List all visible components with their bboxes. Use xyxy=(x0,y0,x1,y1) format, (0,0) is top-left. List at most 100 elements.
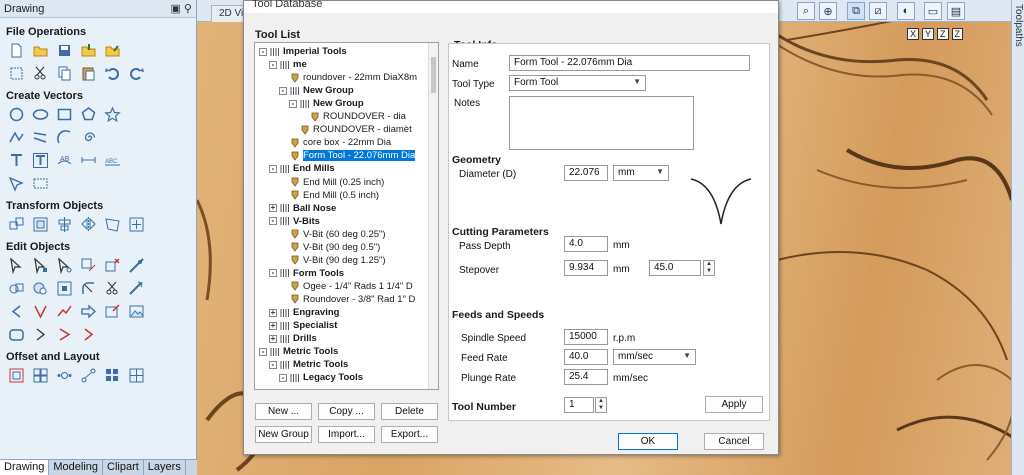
open-file-icon[interactable] xyxy=(32,42,49,59)
import-button[interactable]: Import... xyxy=(318,426,375,443)
tree-tool-node[interactable]: End Mill (0.5 inch) xyxy=(279,189,379,202)
cancel-button[interactable]: Cancel xyxy=(704,433,764,450)
dimension-icon[interactable] xyxy=(80,152,97,169)
tree-tool-node[interactable]: V-Bit (60 deg 0.25") xyxy=(279,228,386,241)
text-on-curve-icon[interactable]: AB xyxy=(56,152,73,169)
join-icon[interactable] xyxy=(8,326,25,343)
measure-icon[interactable]: ⧄ xyxy=(869,2,887,20)
collapse-icon[interactable]: - xyxy=(269,269,277,278)
stepover-spinner[interactable]: ▲ ▼ xyxy=(703,260,715,276)
axis-y-button[interactable]: Y xyxy=(922,28,935,40)
stepover-percent-input[interactable]: 45.0 xyxy=(649,260,701,276)
weld-icon[interactable] xyxy=(8,280,25,297)
distort-icon[interactable] xyxy=(104,216,121,233)
snap-icon[interactable]: ⧉ xyxy=(847,2,865,20)
copy-tool-button[interactable]: Copy ... xyxy=(318,403,375,420)
tree-tool-node[interactable]: Roundover - 3/8" Rad 1" D xyxy=(279,293,415,306)
tree-group-node[interactable]: - New Group xyxy=(279,84,354,97)
tool-name-input[interactable]: Form Tool - 22.076mm Dia xyxy=(509,55,750,71)
draw-arrow-icon[interactable] xyxy=(8,175,25,192)
plunge-rate-input[interactable]: 25.4 xyxy=(564,369,608,385)
collapse-icon[interactable]: - xyxy=(279,86,287,95)
tool-number-spinner[interactable]: ▲ ▼ xyxy=(595,397,607,413)
transform-select-icon[interactable] xyxy=(56,257,73,274)
tree-group-node[interactable]: - End Mills xyxy=(269,162,335,175)
offset-icon[interactable] xyxy=(8,367,25,384)
redo-icon[interactable] xyxy=(128,65,145,82)
collapse-icon[interactable]: - xyxy=(269,217,277,226)
stepover-input[interactable]: 9.934 xyxy=(564,260,608,276)
tree-group-node[interactable]: + Drills xyxy=(269,332,317,345)
spindle-speed-input[interactable]: 15000 xyxy=(564,329,608,345)
align-icon[interactable] xyxy=(56,216,73,233)
collapse-icon[interactable]: - xyxy=(259,347,267,356)
render-icon[interactable]: ◐ xyxy=(897,2,915,20)
delete-tool-button[interactable]: Delete xyxy=(381,403,438,420)
center-icon[interactable] xyxy=(128,216,145,233)
axis-z-button[interactable]: Z xyxy=(937,28,949,40)
undo-icon[interactable] xyxy=(104,65,121,82)
tree-group-node[interactable]: - Form Tools xyxy=(269,267,344,280)
tree-tool-node[interactable]: core box - 22mm Dia xyxy=(279,136,391,149)
scrollbar-thumb[interactable] xyxy=(431,57,436,93)
tree-scrollbar[interactable] xyxy=(428,43,438,389)
cut-icon[interactable] xyxy=(32,65,49,82)
subtract-icon[interactable] xyxy=(32,280,49,297)
tree-tool-node[interactable]: ROUNDOVER - dia xyxy=(299,110,406,123)
image-icon[interactable] xyxy=(128,303,145,320)
new-group-button[interactable]: New Group xyxy=(255,426,312,443)
mirror-icon[interactable] xyxy=(80,216,97,233)
trim-icon[interactable] xyxy=(104,280,121,297)
copy-along-vector-icon[interactable] xyxy=(80,367,97,384)
collapse-icon[interactable]: - xyxy=(279,373,287,382)
tree-tool-node[interactable]: End Mill (0.25 inch) xyxy=(279,176,384,189)
text-arc-icon[interactable]: ABC xyxy=(104,152,121,169)
text-icon[interactable] xyxy=(8,152,25,169)
feed-rate-input[interactable]: 40.0 xyxy=(564,349,608,365)
tree-tool-node[interactable]: Form Tool - 22.076mm Dia xyxy=(279,149,416,162)
sheet-layout-icon[interactable] xyxy=(128,367,145,384)
tree-tool-node[interactable]: Ogee - 1/4" Rads 1 1/4" D xyxy=(279,280,413,293)
node-edit-icon[interactable] xyxy=(32,257,49,274)
ellipse-icon[interactable] xyxy=(32,106,49,123)
split-view-icon[interactable]: ▭ xyxy=(924,2,942,20)
interactive-trim-icon[interactable] xyxy=(80,257,97,274)
job-setup-icon[interactable] xyxy=(8,65,25,82)
diameter-input[interactable]: 22.076 xyxy=(564,165,608,181)
expand-icon[interactable]: + xyxy=(269,308,277,317)
tree-group-node[interactable]: - Metric Tools xyxy=(269,358,348,371)
arc-icon[interactable] xyxy=(56,129,73,146)
circular-array-icon[interactable] xyxy=(56,367,73,384)
extend-icon[interactable] xyxy=(128,280,145,297)
ok-button[interactable]: OK xyxy=(618,433,678,450)
curve-icon[interactable] xyxy=(32,129,49,146)
collapse-icon[interactable]: - xyxy=(269,164,277,173)
nesting-icon[interactable] xyxy=(32,367,49,384)
circle-icon[interactable] xyxy=(8,106,25,123)
copy-icon[interactable] xyxy=(56,65,73,82)
collapse-icon[interactable]: - xyxy=(269,60,277,69)
tree-tool-node[interactable]: ROUNDOVER - diamèt xyxy=(289,123,412,136)
polygon-icon[interactable] xyxy=(80,106,97,123)
star-icon[interactable] xyxy=(104,106,121,123)
expand-icon[interactable]: + xyxy=(269,321,277,330)
tab-modeling[interactable]: Modeling xyxy=(49,460,103,475)
axis-z2-button[interactable]: Z xyxy=(951,28,964,40)
collapse-icon[interactable]: - xyxy=(259,47,267,56)
smooth-curve-icon[interactable] xyxy=(56,303,73,320)
tree-group-node[interactable]: - Imperial Tools xyxy=(259,45,347,58)
tool-tree[interactable]: - Imperial Tools - me roundover - 22mm DiaX8… xyxy=(254,42,439,390)
text-box-icon[interactable] xyxy=(32,152,49,169)
trace-icon[interactable] xyxy=(32,175,49,192)
feed-rate-unit-select[interactable]: mm/sec ▼ xyxy=(613,349,696,365)
close-vector-icon[interactable] xyxy=(80,326,97,343)
delete-nodes-icon[interactable] xyxy=(104,257,121,274)
tree-group-node[interactable]: + Ball Nose xyxy=(269,202,336,215)
bracket-right-icon[interactable] xyxy=(32,326,49,343)
axis-x-button[interactable]: X xyxy=(907,28,920,40)
diameter-unit-select[interactable]: mm ▼ xyxy=(613,165,669,181)
zoom-fit-icon[interactable]: ⌕ xyxy=(797,2,815,20)
tree-group-node[interactable]: - V-Bits xyxy=(269,215,320,228)
move-icon[interactable] xyxy=(8,216,25,233)
scale-icon[interactable] xyxy=(32,216,49,233)
